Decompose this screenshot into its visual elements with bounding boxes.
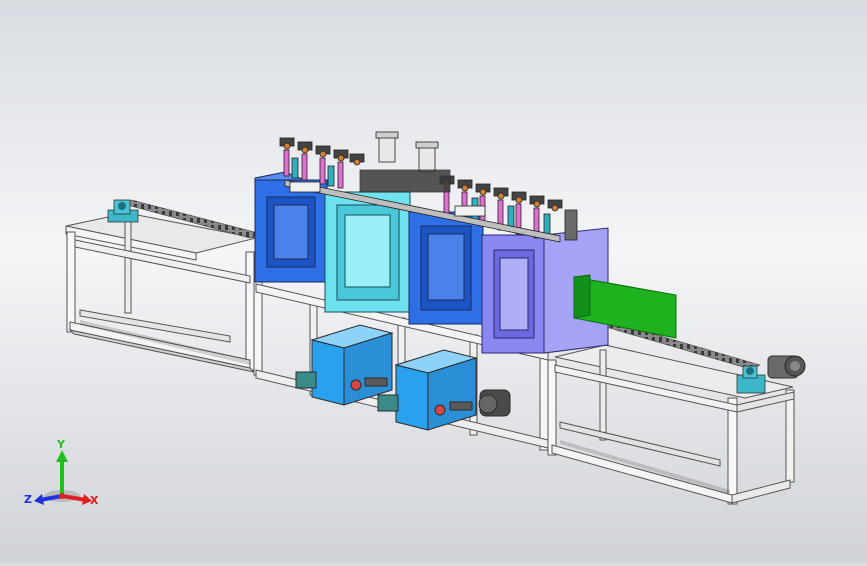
z-axis-label: Z bbox=[24, 493, 32, 506]
heating-module-2 bbox=[324, 191, 411, 313]
cad-model-render bbox=[65, 131, 806, 505]
y-axis-label: Y bbox=[57, 438, 65, 451]
heating-module-3 bbox=[408, 211, 484, 325]
view-orientation-triad[interactable]: Y X Z bbox=[22, 438, 114, 516]
cad-viewport[interactable] bbox=[0, 0, 867, 562]
triad-graphic bbox=[34, 450, 92, 505]
x-axis-label: X bbox=[90, 494, 99, 507]
left-support-frame bbox=[65, 212, 257, 373]
